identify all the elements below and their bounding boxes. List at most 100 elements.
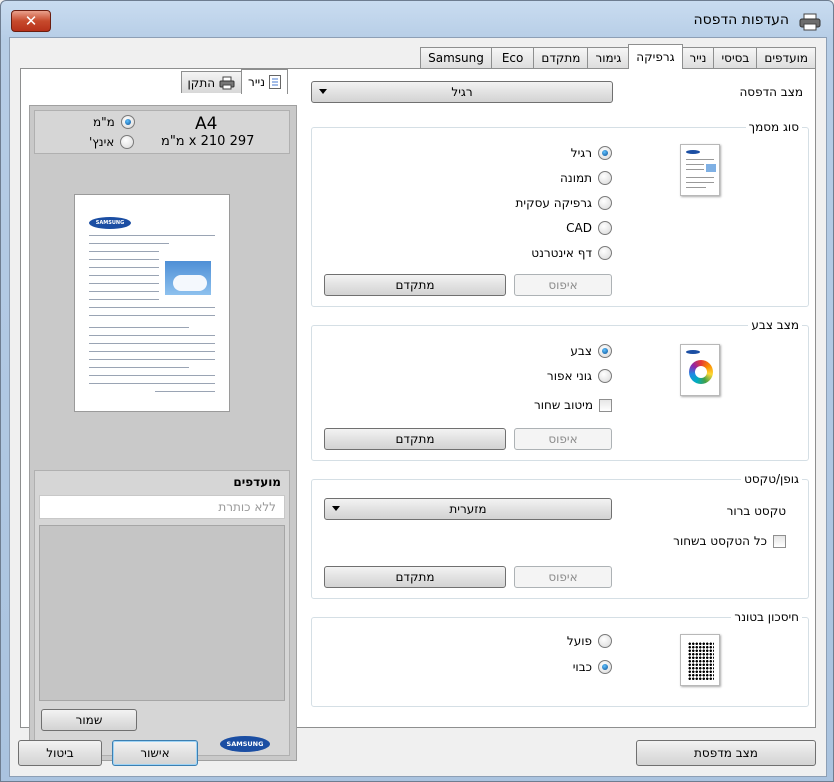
window-title: העדפות הדפסה bbox=[693, 12, 789, 28]
toner-dots-thumbnail bbox=[680, 634, 720, 686]
color-mode-title: מצב צבע bbox=[748, 318, 802, 332]
doc-type-normal[interactable]: רגיל bbox=[571, 146, 612, 160]
preview-text-line bbox=[89, 383, 215, 384]
favorites-name-input[interactable]: ללא כותרת bbox=[39, 495, 285, 519]
preview-text-line bbox=[89, 235, 215, 236]
units-inch-option[interactable]: אינץ' bbox=[89, 135, 135, 149]
print-mode-label: מצב הדפסה bbox=[739, 85, 803, 99]
tab-finishing[interactable]: גימור bbox=[587, 47, 630, 69]
color-mode-grayscale-radio[interactable] bbox=[598, 369, 612, 383]
color-wheel-thumbnail bbox=[680, 344, 720, 396]
preview-text-line bbox=[89, 375, 215, 376]
doc-type-normal-radio[interactable] bbox=[598, 146, 612, 160]
toner-save-off-label: כבוי bbox=[572, 660, 592, 674]
page-preview: SAMSUNG bbox=[74, 194, 230, 412]
tab-advanced[interactable]: מתקדם bbox=[533, 47, 589, 69]
font-text-title: גופן/טקסט bbox=[741, 472, 802, 486]
preview-tabs: נייר התקן bbox=[180, 69, 288, 94]
doc-type-webpage[interactable]: דף אינטרנט bbox=[531, 246, 612, 260]
printer-status-button[interactable]: מצב מדפסת bbox=[636, 740, 816, 766]
color-mode-grayscale-label: גוני אפור bbox=[546, 369, 592, 383]
preview-text-line bbox=[89, 367, 189, 368]
tab-samsung[interactable]: Samsung bbox=[420, 47, 492, 69]
doc-type-normal-label: רגיל bbox=[570, 146, 592, 160]
clear-text-dropdown[interactable]: מזערית bbox=[324, 498, 612, 520]
print-mode-value: רגיל bbox=[451, 85, 473, 99]
preview-text-line bbox=[89, 351, 215, 352]
preview-text-line bbox=[89, 359, 215, 360]
ok-button[interactable]: אישור bbox=[112, 740, 198, 766]
tab-paper[interactable]: נייר bbox=[681, 47, 715, 69]
doc-type-reset-button[interactable]: איפוס bbox=[514, 274, 612, 296]
preview-text-line bbox=[89, 315, 215, 316]
printer-icon bbox=[799, 13, 821, 31]
favorites-list[interactable] bbox=[39, 525, 285, 701]
all-text-black-option[interactable]: כל הטקסט בשחור bbox=[673, 534, 786, 548]
preview-text-line bbox=[89, 335, 215, 336]
chevron-down-icon bbox=[319, 89, 327, 94]
preview-text-line bbox=[89, 267, 159, 268]
document-type-title: סוג מסמך bbox=[745, 120, 802, 134]
doc-type-cad-label: CAD bbox=[566, 221, 592, 235]
cancel-button[interactable]: ביטול bbox=[18, 740, 102, 766]
favorites-title: מועדפים bbox=[233, 475, 281, 489]
preview-text-line bbox=[89, 327, 189, 328]
color-mode-color-radio[interactable] bbox=[598, 344, 612, 358]
preview-sky-image bbox=[165, 261, 211, 295]
optimize-black-checkbox[interactable] bbox=[599, 398, 612, 412]
preview-text-line bbox=[89, 275, 159, 276]
preview-tab-device[interactable]: התקן bbox=[180, 71, 243, 93]
graphics-tab-panel: נייר התקן A4 297 x 210 מ"מ מ"מ אינץ' SAM… bbox=[20, 68, 816, 761]
color-mode-grayscale[interactable]: גוני אפור bbox=[547, 369, 612, 383]
toner-save-on[interactable]: פועל bbox=[567, 634, 612, 648]
toner-save-on-label: פועל bbox=[566, 634, 592, 648]
toner-save-on-radio[interactable] bbox=[598, 634, 612, 648]
document-type-thumbnail bbox=[680, 144, 720, 196]
font-text-reset-button[interactable]: איפוס bbox=[514, 566, 612, 588]
document-icon bbox=[269, 75, 281, 89]
optimize-black-option[interactable]: מיטוב שחור bbox=[534, 398, 612, 412]
doc-type-cad[interactable]: CAD bbox=[566, 221, 612, 235]
color-mode-advanced-button[interactable]: מתקדם bbox=[324, 428, 506, 450]
doc-type-photo-radio[interactable] bbox=[598, 171, 612, 185]
preview-text-line bbox=[89, 259, 159, 260]
tab-graphics[interactable]: גרפיקה bbox=[628, 44, 683, 69]
all-text-black-checkbox[interactable] bbox=[773, 534, 786, 548]
save-favorite-button[interactable]: שמור bbox=[41, 709, 137, 731]
tab-strip: מועדפים בסיסי נייר גרפיקה גימור מתקדם Ec… bbox=[420, 44, 816, 69]
print-preferences-window: ✕ העדפות הדפסה מועדפים בסיסי נייר גרפיקה… bbox=[0, 0, 834, 782]
toner-save-off[interactable]: כבוי bbox=[573, 660, 612, 674]
doc-type-business-graphics[interactable]: גרפיקה עסקית bbox=[516, 196, 612, 210]
units-inch-radio[interactable] bbox=[120, 135, 135, 149]
tab-favorites[interactable]: מועדפים bbox=[756, 47, 816, 69]
paper-size-name: A4 bbox=[195, 114, 218, 134]
units-mm-radio[interactable] bbox=[120, 115, 135, 129]
preview-tab-paper[interactable]: נייר bbox=[241, 69, 288, 94]
print-mode-dropdown[interactable]: רגיל bbox=[311, 81, 613, 103]
tab-basic[interactable]: בסיסי bbox=[713, 47, 758, 69]
doc-type-webpage-radio[interactable] bbox=[598, 246, 612, 260]
font-text-advanced-button[interactable]: מתקדם bbox=[324, 566, 506, 588]
printer-icon bbox=[219, 76, 235, 89]
paper-size-box: A4 297 x 210 מ"מ מ"מ אינץ' bbox=[34, 110, 290, 154]
clear-text-value: מזערית bbox=[449, 502, 487, 516]
doc-type-photo[interactable]: תמונה bbox=[560, 171, 612, 185]
color-mode-color-label: צבע bbox=[570, 344, 592, 358]
units-inch-label: אינץ' bbox=[89, 135, 115, 149]
preview-samsung-logo: SAMSUNG bbox=[89, 217, 131, 229]
units-mm-option[interactable]: מ"מ bbox=[93, 115, 135, 129]
tab-eco[interactable]: Eco bbox=[490, 47, 535, 69]
toner-save-off-radio[interactable] bbox=[598, 660, 612, 674]
doc-type-advanced-button[interactable]: מתקדם bbox=[324, 274, 506, 296]
preview-panel: נייר התקן A4 297 x 210 מ"מ מ"מ אינץ' SAM… bbox=[29, 69, 297, 761]
color-mode-color[interactable]: צבע bbox=[570, 344, 612, 358]
color-mode-reset-button[interactable]: איפוס bbox=[514, 428, 612, 450]
clear-text-label: טקסט ברור bbox=[726, 504, 786, 518]
close-button[interactable]: ✕ bbox=[11, 10, 51, 32]
favorites-box: מועדפים ללא כותרת שמור bbox=[34, 470, 290, 756]
doc-type-cad-radio[interactable] bbox=[598, 221, 612, 235]
doc-type-business-graphics-radio[interactable] bbox=[598, 196, 612, 210]
title-bar: ✕ העדפות הדפסה bbox=[1, 1, 833, 41]
preview-text-line bbox=[89, 343, 215, 344]
preview-tab-paper-label: נייר bbox=[248, 75, 265, 89]
